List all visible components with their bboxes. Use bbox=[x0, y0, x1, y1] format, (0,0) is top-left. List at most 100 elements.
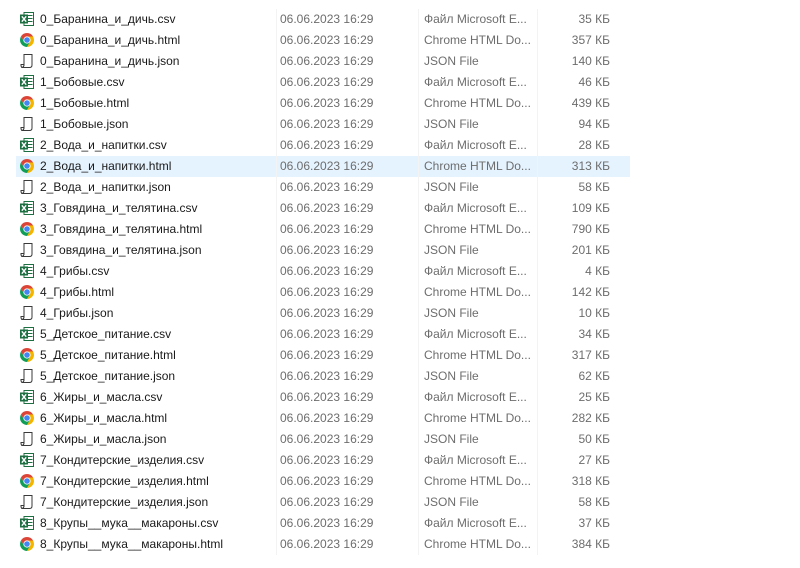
chrome-icon bbox=[19, 93, 37, 114]
column-separator bbox=[418, 450, 419, 471]
file-size: 27 КБ bbox=[578, 453, 610, 467]
column-separator bbox=[537, 345, 538, 366]
column-separator bbox=[276, 135, 277, 156]
file-row[interactable]: 4_Грибы.csv 06.06.2023 16:29 Файл Microsof… bbox=[16, 261, 630, 282]
file-date-modified: 06.06.2023 16:29 bbox=[280, 327, 374, 341]
file-row[interactable]: 7_Кондитерские_изделия.json 06.06.2023 16… bbox=[16, 492, 630, 513]
file-row[interactable]: 8_Крупы__мука__макароны.html 06.06.2023 1… bbox=[16, 534, 630, 555]
column-separator bbox=[537, 534, 538, 555]
file-name: 8_Крупы__мука__макароны.csv bbox=[40, 516, 219, 530]
column-separator bbox=[537, 198, 538, 219]
file-row[interactable]: 1_Бобовые.csv 06.06.2023 16:29 Файл Micros… bbox=[16, 72, 630, 93]
file-row[interactable]: 5_Детское_питание.json 06.06.2023 16:29 JS… bbox=[16, 366, 630, 387]
file-date-modified: 06.06.2023 16:29 bbox=[280, 54, 374, 68]
file-size: 142 КБ bbox=[571, 285, 610, 299]
file-row[interactable]: 3_Говядина_и_телятина.json 06.06.2023 16:… bbox=[16, 240, 630, 261]
excel-icon bbox=[19, 513, 37, 534]
file-name: 1_Бобовые.html bbox=[40, 96, 130, 110]
file-row[interactable]: 0_Баранина_и_дичь.csv 06.06.2023 16:29 Фай… bbox=[16, 9, 630, 30]
column-separator bbox=[276, 408, 277, 429]
file-row[interactable]: 4_Грибы.json 06.06.2023 16:29 JSON File 10 … bbox=[16, 303, 630, 324]
file-row[interactable]: 1_Бобовые.json 06.06.2023 16:29 JSON File 9… bbox=[16, 114, 630, 135]
column-separator bbox=[537, 114, 538, 135]
file-type: Chrome HTML Do... bbox=[424, 411, 531, 425]
file-row[interactable]: 1_Бобовые.html 06.06.2023 16:29 Chrome HTM… bbox=[16, 93, 630, 114]
file-row[interactable]: 3_Говядина_и_телятина.html 06.06.2023 16:… bbox=[16, 219, 630, 240]
file-type: Файл Microsoft E... bbox=[424, 327, 527, 341]
file-date-modified: 06.06.2023 16:29 bbox=[280, 516, 374, 530]
column-separator bbox=[537, 9, 538, 30]
file-row[interactable]: 4_Грибы.html 06.06.2023 16:29 Chrome HTML … bbox=[16, 282, 630, 303]
column-separator bbox=[418, 429, 419, 450]
file-type: JSON File bbox=[424, 306, 479, 320]
file-date-modified: 06.06.2023 16:29 bbox=[280, 138, 374, 152]
file-row[interactable]: 6_Жиры_и_масла.html 06.06.2023 16:29 Chrom… bbox=[16, 408, 630, 429]
column-separator bbox=[537, 51, 538, 72]
file-date-modified: 06.06.2023 16:29 bbox=[280, 243, 374, 257]
file-row[interactable]: 7_Кондитерские_изделия.html 06.06.2023 16… bbox=[16, 471, 630, 492]
file-date-modified: 06.06.2023 16:29 bbox=[280, 264, 374, 278]
file-name: 4_Грибы.csv bbox=[40, 264, 110, 278]
file-row[interactable]: 2_Вода_и_напитки.html 06.06.2023 16:29 Chr… bbox=[16, 156, 630, 177]
file-name: 5_Детское_питание.html bbox=[40, 348, 176, 362]
column-separator bbox=[418, 93, 419, 114]
json-file-icon bbox=[19, 240, 37, 261]
column-separator bbox=[276, 51, 277, 72]
file-name: 0_Баранина_и_дичь.html bbox=[40, 33, 181, 47]
file-row[interactable]: 8_Крупы__мука__макароны.csv 06.06.2023 16… bbox=[16, 513, 630, 534]
file-name: 4_Грибы.json bbox=[40, 306, 114, 320]
file-row[interactable]: 2_Вода_и_напитки.json 06.06.2023 16:29 JSO… bbox=[16, 177, 630, 198]
file-type: Файл Microsoft E... bbox=[424, 390, 527, 404]
chrome-icon bbox=[19, 219, 37, 240]
column-separator bbox=[276, 324, 277, 345]
file-name: 7_Кондитерские_изделия.csv bbox=[40, 453, 205, 467]
column-separator bbox=[418, 177, 419, 198]
file-row[interactable]: 0_Баранина_и_дичь.html 06.06.2023 16:29 Ch… bbox=[16, 30, 630, 51]
file-row[interactable]: 0_Баранина_и_дичь.json 06.06.2023 16:29 JS… bbox=[16, 51, 630, 72]
column-separator bbox=[276, 366, 277, 387]
file-row[interactable]: 6_Жиры_и_масла.json 06.06.2023 16:29 JSON … bbox=[16, 429, 630, 450]
file-size: 317 КБ bbox=[571, 348, 610, 362]
file-size: 58 КБ bbox=[578, 180, 610, 194]
file-size: 4 КБ bbox=[585, 264, 610, 278]
file-list[interactable]: 0_Баранина_и_дичь.csv 06.06.2023 16:29 Фай… bbox=[0, 9, 800, 555]
file-size: 318 КБ bbox=[571, 474, 610, 488]
file-name: 4_Грибы.html bbox=[40, 285, 115, 299]
file-date-modified: 06.06.2023 16:29 bbox=[280, 222, 374, 236]
column-separator bbox=[418, 261, 419, 282]
file-row[interactable]: 3_Говядина_и_телятина.csv 06.06.2023 16:2… bbox=[16, 198, 630, 219]
chrome-icon bbox=[19, 471, 37, 492]
column-separator bbox=[418, 387, 419, 408]
file-row[interactable]: 5_Детское_питание.html 06.06.2023 16:29 Ch… bbox=[16, 345, 630, 366]
file-row[interactable]: 7_Кондитерские_изделия.csv 06.06.2023 16:… bbox=[16, 450, 630, 471]
column-separator bbox=[537, 429, 538, 450]
file-date-modified: 06.06.2023 16:29 bbox=[280, 306, 374, 320]
column-separator bbox=[418, 135, 419, 156]
json-file-icon bbox=[19, 429, 37, 450]
column-separator bbox=[276, 219, 277, 240]
file-date-modified: 06.06.2023 16:29 bbox=[280, 201, 374, 215]
column-separator bbox=[276, 177, 277, 198]
file-date-modified: 06.06.2023 16:29 bbox=[280, 369, 374, 383]
column-separator bbox=[537, 492, 538, 513]
file-row[interactable]: 5_Детское_питание.csv 06.06.2023 16:29 Фай… bbox=[16, 324, 630, 345]
file-size: 94 КБ bbox=[578, 117, 610, 131]
excel-icon bbox=[19, 324, 37, 345]
file-name: 2_Вода_и_напитки.html bbox=[40, 159, 172, 173]
column-separator bbox=[276, 93, 277, 114]
file-type: JSON File bbox=[424, 243, 479, 257]
json-file-icon bbox=[19, 492, 37, 513]
column-separator bbox=[537, 177, 538, 198]
file-row[interactable]: 6_Жиры_и_масла.csv 06.06.2023 16:29 Файл M… bbox=[16, 387, 630, 408]
file-row[interactable]: 2_Вода_и_напитки.csv 06.06.2023 16:29 Файл… bbox=[16, 135, 630, 156]
file-date-modified: 06.06.2023 16:29 bbox=[280, 432, 374, 446]
file-name: 1_Бобовые.json bbox=[40, 117, 129, 131]
column-separator bbox=[418, 9, 419, 30]
file-size: 46 КБ bbox=[578, 75, 610, 89]
file-date-modified: 06.06.2023 16:29 bbox=[280, 348, 374, 362]
file-size: 357 КБ bbox=[571, 33, 610, 47]
column-separator bbox=[537, 387, 538, 408]
column-separator bbox=[418, 492, 419, 513]
column-separator bbox=[276, 9, 277, 30]
column-separator bbox=[418, 72, 419, 93]
